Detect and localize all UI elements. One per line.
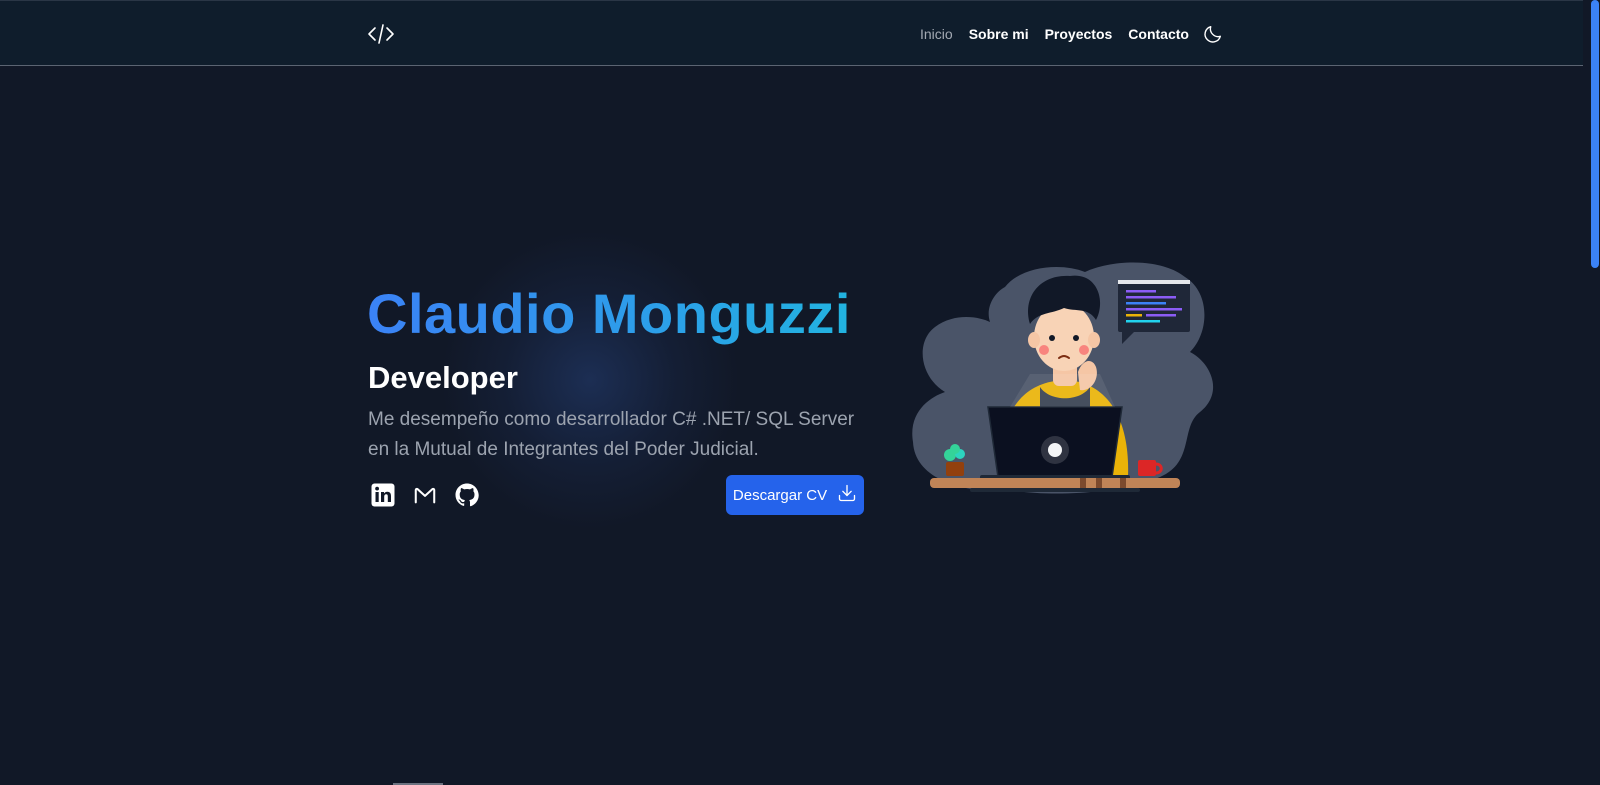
hero-name: Claudio Monguzzi — [367, 282, 851, 345]
github-icon[interactable] — [455, 483, 479, 507]
hero-description: Me desempeño como desarrollador C# .NET/… — [368, 409, 855, 460]
nav-link-sobre-mi[interactable]: Sobre mi — [969, 26, 1029, 42]
download-cv-label: Descargar CV — [732, 486, 828, 504]
hero-role: Developer — [368, 360, 518, 395]
scrollbar-thumb[interactable] — [1591, 0, 1599, 268]
gmail-icon[interactable] — [413, 483, 437, 507]
linkedin-icon[interactable] — [371, 483, 395, 507]
download-cv-button[interactable]: Descargar CV — [726, 475, 864, 515]
social-links — [371, 483, 479, 507]
developer-illustration — [910, 262, 1220, 512]
nav-link-proyectos[interactable]: Proyectos — [1045, 26, 1113, 42]
moon-icon[interactable] — [1200, 21, 1226, 47]
navbar: Inicio Sobre mi Proyectos Contacto — [0, 0, 1583, 66]
nav-link-contacto[interactable]: Contacto — [1128, 26, 1189, 42]
nav-link-inicio[interactable]: Inicio — [920, 26, 953, 42]
download-icon — [837, 483, 857, 507]
page: Inicio Sobre mi Proyectos Contacto Claud… — [0, 0, 1600, 785]
nav-links: Inicio Sobre mi Proyectos Contacto — [920, 21, 1205, 47]
logo-code-icon[interactable] — [366, 21, 396, 47]
